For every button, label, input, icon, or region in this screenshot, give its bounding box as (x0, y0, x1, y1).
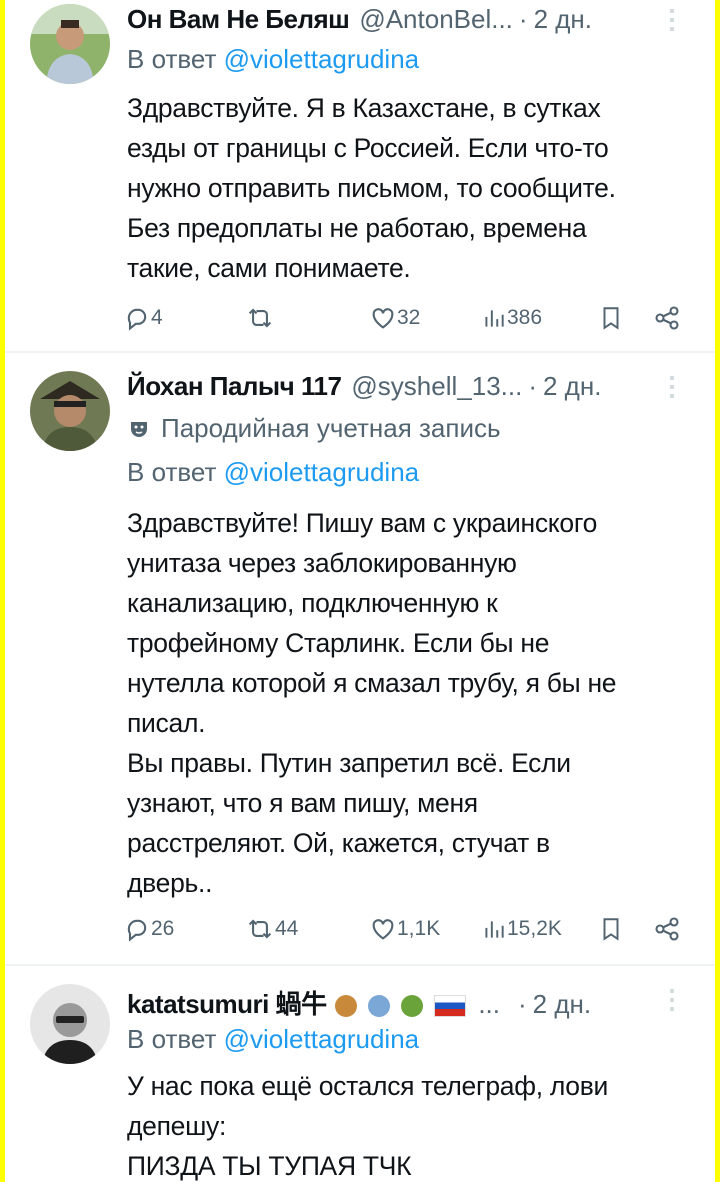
separator-dot: · (517, 989, 527, 1019)
tweet-header: Он Вам Не Беляш @AntonBel... · 2 дн. (127, 4, 592, 35)
tweet-2[interactable]: Йохан Палыч 117 @syshell_13... · 2 дн. ⋮… (5, 353, 715, 963)
share-button[interactable] (653, 298, 681, 338)
reply-prefix: В ответ (127, 44, 217, 74)
reply-context: В ответ @violettagrudina (127, 457, 419, 488)
timestamp[interactable]: 2 дн. (534, 4, 592, 35)
tweet-header: Йохан Палыч 117 @syshell_13... · 2 дн. (127, 371, 601, 402)
reply-icon (127, 919, 147, 942)
parody-mask-icon (131, 421, 147, 437)
tweet-1[interactable]: Он Вам Не Беляш @AntonBel... · 2 дн. ⋮ В… (5, 0, 715, 350)
views-icon (485, 921, 504, 938)
views-button[interactable]: 15,2K (481, 909, 562, 949)
views-button[interactable]: 386 (481, 298, 542, 338)
mention-link[interactable]: @violettagrudina (224, 44, 420, 74)
tweet-text: Здравствуйте! Пишу вам с украинского уни… (127, 508, 617, 898)
bookmark-button[interactable] (598, 909, 624, 949)
mention-link[interactable]: @violettagrudina (224, 457, 420, 487)
reply-button[interactable]: 4 (123, 298, 163, 338)
russia-flag-icon (434, 995, 467, 1018)
plant-emoji-icon (401, 995, 424, 1018)
tweet-text: У нас пока ещё остался телеграф, лови де… (127, 1071, 609, 1181)
snail-emoji-icon (334, 995, 357, 1018)
parody-text: Пародийная учетная запись (161, 413, 501, 443)
user-handle[interactable]: @syshell_13... (351, 371, 522, 402)
separator-dot: · (518, 4, 528, 34)
repost-button[interactable]: 44 (245, 909, 298, 949)
avatar[interactable] (30, 4, 110, 84)
bookmark-icon (603, 307, 619, 330)
share-button[interactable] (653, 909, 681, 949)
views-icon (485, 310, 504, 327)
action-bar: 4 32 386 (123, 298, 693, 338)
like-button[interactable]: 1,1K (369, 909, 440, 949)
parody-label: Пародийная учетная запись (127, 413, 501, 444)
reply-icon (127, 308, 147, 331)
reply-prefix: В ответ (127, 1024, 217, 1054)
mention-link[interactable]: @violettagrudina (224, 1024, 420, 1054)
reply-context: В ответ @violettagrudina (127, 44, 419, 75)
more-icon[interactable]: ⋮ (659, 371, 685, 402)
mountain-emoji-icon (367, 995, 390, 1018)
truncation-ellipsis: ... (478, 989, 500, 1019)
repost-button[interactable] (245, 298, 275, 338)
views-count: 15,2K (507, 917, 562, 940)
more-icon[interactable]: ⋮ (659, 4, 685, 35)
reply-count: 26 (151, 917, 175, 940)
reply-button[interactable]: 26 (123, 909, 174, 949)
separator-dot: · (528, 371, 537, 401)
like-icon (372, 919, 394, 940)
tweet-header: katatsumuri 蝸牛 ... · 2 дн. (127, 984, 591, 1021)
bookmark-icon (603, 918, 619, 941)
like-count: 32 (397, 306, 421, 329)
repost-icon (248, 308, 272, 328)
like-icon (372, 308, 394, 329)
reply-count: 4 (151, 306, 163, 329)
repost-count: 44 (275, 917, 299, 940)
tweet-text: Здравствуйте. Я в Казахстане, в сутках е… (127, 93, 616, 283)
display-name[interactable]: Йохан Палыч 117 (127, 371, 342, 402)
views-count: 386 (507, 306, 543, 329)
share-icon (655, 306, 679, 330)
avatar[interactable] (30, 984, 110, 1064)
action-bar: 26 44 1,1K 15,2K (123, 909, 693, 949)
bookmark-button[interactable] (598, 298, 624, 338)
reply-context: В ответ @violettagrudina (127, 1024, 419, 1055)
name-emojis (331, 989, 467, 1020)
reply-prefix: В ответ (127, 457, 217, 487)
timestamp[interactable]: 2 дн. (533, 989, 591, 1020)
more-icon[interactable]: ⋮ (659, 984, 685, 1015)
user-handle[interactable]: @AntonBel... (359, 4, 513, 35)
share-icon (655, 917, 679, 941)
display-name[interactable]: katatsumuri 蝸牛 (127, 984, 327, 1021)
timestamp[interactable]: 2 дн. (543, 371, 601, 402)
like-button[interactable]: 32 (369, 298, 420, 338)
display-name[interactable]: Он Вам Не Беляш (127, 4, 350, 35)
avatar[interactable] (30, 371, 110, 451)
timeline: Он Вам Не Беляш @AntonBel... · 2 дн. ⋮ В… (5, 0, 715, 1182)
repost-icon (248, 919, 272, 939)
tweet-3[interactable]: katatsumuri 蝸牛 ... · 2 дн. ⋮ В ответ @vi… (5, 966, 715, 1182)
like-count: 1,1K (397, 917, 441, 940)
